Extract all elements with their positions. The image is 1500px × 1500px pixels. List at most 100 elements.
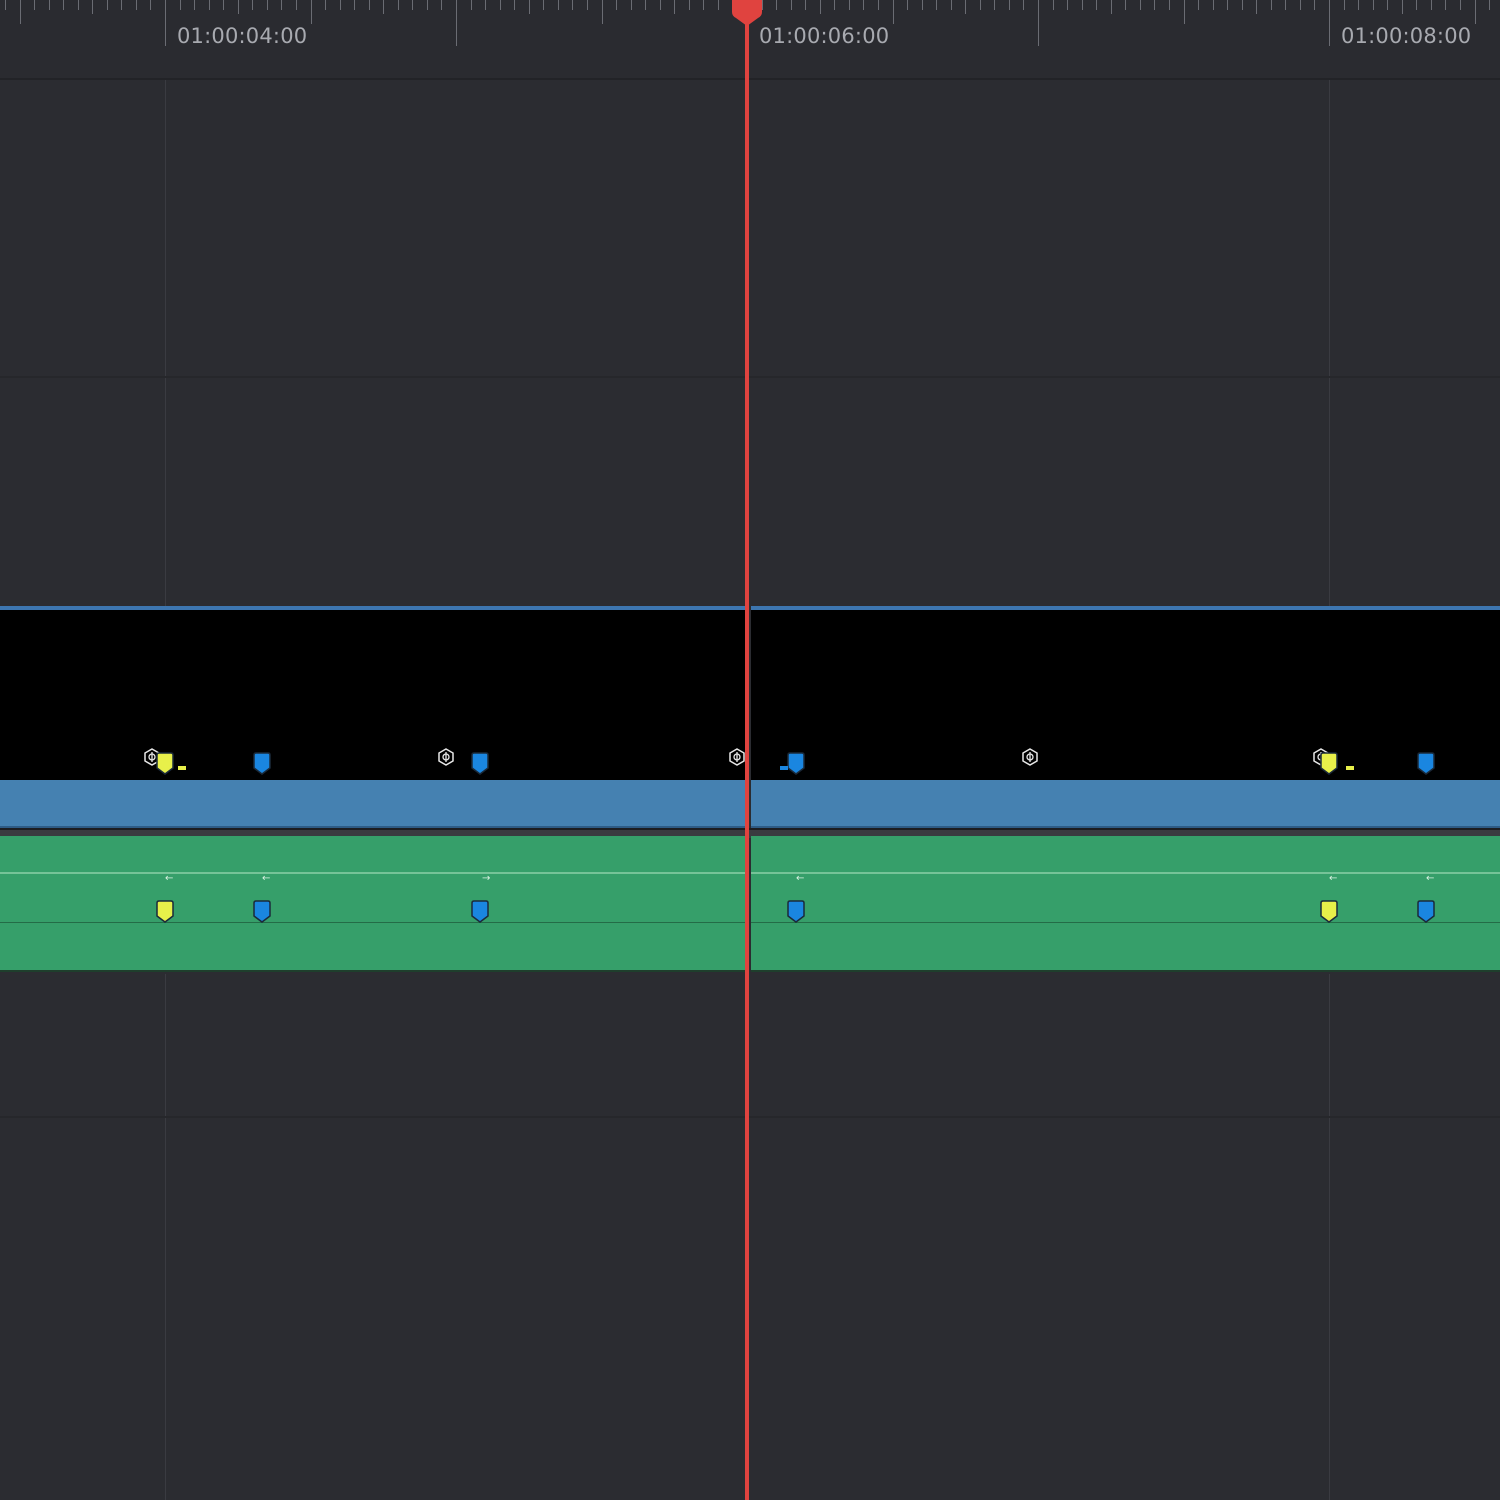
ruler-tick xyxy=(121,0,122,10)
ruler-tick xyxy=(165,0,166,46)
ruler-tick xyxy=(980,0,981,10)
ruler-tick xyxy=(1256,0,1257,14)
audio-volume-line[interactable] xyxy=(751,872,1500,874)
retime-icon[interactable] xyxy=(728,748,746,766)
ruler-tick xyxy=(369,0,370,10)
audio-keyframe-icon[interactable]: → xyxy=(482,874,490,884)
ruler-tick xyxy=(863,0,864,10)
ruler-tick xyxy=(936,0,937,10)
ruler-tick xyxy=(1329,0,1330,46)
video-clip-1[interactable] xyxy=(0,606,745,828)
audio-clip-2[interactable] xyxy=(751,836,1500,972)
ruler-tick xyxy=(383,0,384,14)
ruler-tick xyxy=(1300,0,1301,10)
grid-line xyxy=(165,974,166,1500)
ruler-tick xyxy=(34,0,35,10)
playhead-handle[interactable] xyxy=(730,0,764,26)
ruler-tick xyxy=(354,0,355,10)
audio-keyframe-icon[interactable]: ← xyxy=(1329,874,1337,884)
ruler-tick xyxy=(78,0,79,10)
ruler-tick xyxy=(1038,0,1039,46)
audio-marker[interactable] xyxy=(155,900,175,924)
video-clip-name-bar[interactable] xyxy=(0,780,745,828)
playhead-line[interactable] xyxy=(745,0,749,1500)
audio-keyframe-icon[interactable]: ← xyxy=(262,874,270,884)
ruler-tick xyxy=(703,0,704,10)
ruler-tick xyxy=(456,0,457,46)
audio-track xyxy=(0,836,1500,974)
audio-marker[interactable] xyxy=(252,900,272,924)
marker-duration-indicator xyxy=(178,766,186,770)
ruler-tick xyxy=(398,0,399,10)
ruler-tick xyxy=(1096,0,1097,10)
video-marker[interactable] xyxy=(155,752,175,776)
ruler-tick xyxy=(1387,0,1388,10)
ruler-tick xyxy=(1169,0,1170,10)
video-marker[interactable] xyxy=(786,752,806,776)
ruler-tick xyxy=(500,0,501,10)
audio-waveform-center xyxy=(751,922,1500,923)
ruler-tick xyxy=(1154,0,1155,10)
ruler-tick xyxy=(965,0,966,14)
ruler-tick xyxy=(820,0,821,14)
retime-icon[interactable] xyxy=(437,748,455,766)
ruler-tick xyxy=(1445,0,1446,10)
timecode-label-1: 01:00:04:00 xyxy=(177,24,308,48)
ruler-tick xyxy=(1227,0,1228,10)
ruler-tick xyxy=(1082,0,1083,10)
ruler-tick xyxy=(1140,0,1141,10)
ruler-tick xyxy=(150,0,151,10)
ruler-tick xyxy=(252,0,253,10)
ruler-tick xyxy=(558,0,559,10)
video-marker[interactable] xyxy=(252,752,272,776)
timeline-panel[interactable]: 01:00:04:00 01:00:06:00 01:00:08:00 ← ← → ←… xyxy=(0,0,1500,1500)
ruler-tick xyxy=(1111,0,1112,14)
ruler-tick xyxy=(485,0,486,10)
ruler-tick xyxy=(340,0,341,10)
ruler-tick xyxy=(311,0,312,24)
video-clip-name-bar[interactable] xyxy=(751,780,1500,828)
ruler-tick xyxy=(427,0,428,10)
audio-clip-1[interactable] xyxy=(0,836,745,972)
audio-marker[interactable] xyxy=(786,900,806,924)
audio-keyframe-icon[interactable]: ← xyxy=(796,874,804,884)
audio-keyframe-icon[interactable]: ← xyxy=(165,874,173,884)
ruler-tick xyxy=(1242,0,1243,10)
video-marker[interactable] xyxy=(1416,752,1436,776)
ruler-tick xyxy=(1314,0,1315,10)
ruler-tick xyxy=(689,0,690,10)
audio-marker[interactable] xyxy=(1416,900,1436,924)
ruler-tick xyxy=(602,0,603,24)
audio-volume-line[interactable] xyxy=(0,872,745,874)
ruler-tick xyxy=(209,0,210,10)
ruler-tick xyxy=(92,0,93,14)
video-clip-2[interactable] xyxy=(751,606,1500,828)
ruler-tick xyxy=(412,0,413,10)
video-marker[interactable] xyxy=(470,752,490,776)
ruler-tick xyxy=(951,0,952,10)
ruler-tick xyxy=(63,0,64,10)
audio-marker[interactable] xyxy=(1319,900,1339,924)
grid-line xyxy=(165,80,166,606)
marker-duration-indicator xyxy=(1346,766,1354,770)
ruler-tick xyxy=(674,0,675,14)
ruler-tick xyxy=(471,0,472,10)
grid-line xyxy=(1329,80,1330,606)
retime-icon[interactable] xyxy=(1021,748,1039,766)
ruler-tick xyxy=(136,0,137,10)
ruler-tick xyxy=(1009,0,1010,10)
audio-waveform-center xyxy=(0,922,745,923)
ruler-tick xyxy=(1344,0,1345,10)
video-marker[interactable] xyxy=(1319,752,1339,776)
ruler-tick xyxy=(223,0,224,10)
ruler-tick xyxy=(1023,0,1024,10)
ruler-tick xyxy=(529,0,530,14)
ruler-tick xyxy=(1402,0,1403,14)
track-divider xyxy=(0,376,1500,378)
video-track xyxy=(0,606,1500,828)
audio-keyframe-icon[interactable]: ← xyxy=(1426,874,1434,884)
ruler-tick xyxy=(1416,0,1417,10)
ruler-tick xyxy=(1460,0,1461,10)
audio-marker[interactable] xyxy=(470,900,490,924)
ruler-tick xyxy=(907,0,908,10)
